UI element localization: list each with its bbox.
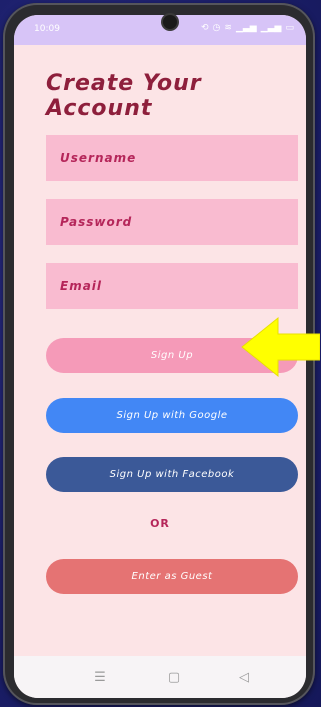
- back-icon[interactable]: ◁: [234, 668, 254, 686]
- enter-as-guest-button[interactable]: Enter as Guest: [46, 559, 298, 594]
- alarm-icon: ◷: [212, 23, 221, 33]
- arrow-pointer-icon: [241, 316, 320, 378]
- status-time: 10:09: [34, 24, 60, 34]
- password-field-container: [46, 199, 298, 245]
- signal-icon: ▁▃▅: [260, 23, 282, 33]
- password-input[interactable]: [46, 199, 298, 245]
- page: 10:09 ⟲ ◷ ≋ ▁▃▅ ▁▃▅ ▭ Create Your Accoun…: [0, 0, 321, 707]
- signal-icon: ▁▃▅: [235, 23, 257, 33]
- email-input[interactable]: [46, 263, 298, 309]
- menu-icon[interactable]: ☰: [90, 668, 110, 686]
- status-icons: ⟲ ◷ ≋ ▁▃▅ ▁▃▅ ▭: [201, 23, 294, 33]
- username-field-container: [46, 135, 298, 181]
- navigation-bar: ☰ ▢ ◁: [14, 656, 306, 698]
- status-bar: 10:09 ⟲ ◷ ≋ ▁▃▅ ▁▃▅ ▭: [14, 15, 306, 45]
- battery-icon: ▭: [285, 23, 294, 33]
- page-title: Create Your Account: [46, 71, 202, 121]
- front-camera: [163, 15, 177, 29]
- username-input[interactable]: [46, 135, 298, 181]
- sign-up-facebook-button[interactable]: Sign Up with Facebook: [46, 457, 298, 492]
- or-divider-text: OR: [150, 517, 170, 530]
- sign-up-google-button[interactable]: Sign Up with Google: [46, 398, 298, 433]
- wifi-icon: ≋: [224, 23, 232, 33]
- sync-icon: ⟲: [201, 23, 209, 33]
- email-field-container: [46, 263, 298, 309]
- home-icon[interactable]: ▢: [164, 668, 184, 686]
